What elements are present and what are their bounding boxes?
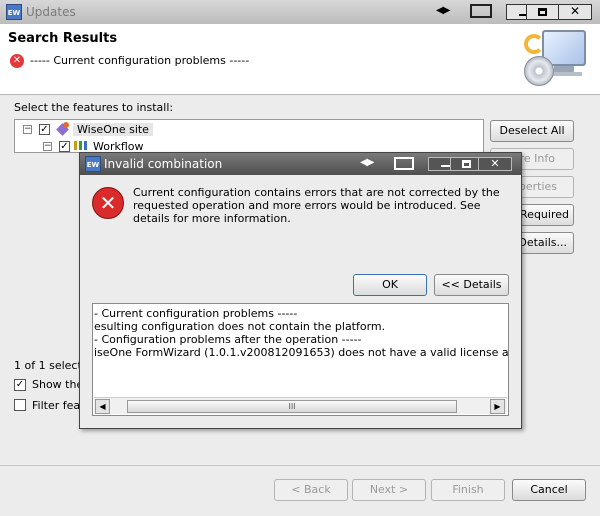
show-latest-label: Show the [32,378,84,391]
dialog-app-icon: EW [85,156,101,172]
checkbox-wiseone-site[interactable]: ✓ [39,124,50,135]
filter-features-checkbox[interactable] [14,399,26,411]
details-line: iseOne FormWizard (1.0.1.v200812091653) … [94,346,509,359]
close-icon: ✕ [490,157,500,170]
next-button[interactable]: Next > [352,479,426,501]
tree-item-wiseone-site[interactable]: WiseOne site [73,123,153,136]
minimize-icon [441,165,450,167]
dialog-titlebar[interactable]: EW Invalid combination ◀▶ ✕ [80,153,521,175]
window-titlebar[interactable]: EW Updates ◀▶ ✕ [0,0,600,24]
footer-divider [0,465,600,466]
show-latest-checkbox[interactable]: ✓ [14,379,26,391]
maximize-button[interactable] [526,4,560,20]
app-icon: EW [6,4,22,20]
switch-window-icon[interactable] [394,157,414,170]
close-button[interactable]: ✕ [558,4,592,20]
dialog-message: Current configuration contains errors th… [133,186,500,225]
details-line: - Current configuration problems ----- [94,307,298,320]
selection-count: 1 of 1 selecte [14,359,89,372]
details-toggle-button[interactable]: << Details [434,274,509,296]
scroll-left-icon[interactable]: ◀ [95,399,110,414]
site-icon [56,122,70,136]
finish-button[interactable]: Finish [431,479,505,501]
invalid-combination-dialog[interactable]: EW Invalid combination ◀▶ ✕ ✕ Current co… [79,152,522,429]
collapse-icon[interactable]: − [23,125,32,134]
horizontal-scrollbar[interactable]: ◀ III ▶ [94,397,507,414]
scroll-thumb[interactable]: III [127,400,457,413]
scroll-right-icon[interactable]: ▶ [490,399,505,414]
nav-arrows-icon[interactable]: ◀▶ [360,157,374,168]
page-title: Search Results [8,31,118,46]
details-text-area[interactable]: - Current configuration problems ----- e… [92,303,509,416]
filter-features-label: Filter feat [32,399,85,412]
update-monitor-icon [522,28,592,90]
deselect-all-button[interactable]: Deselect All [490,120,574,142]
dialog-title: Invalid combination [104,157,223,171]
nav-arrows-icon[interactable]: ◀▶ [436,5,450,16]
maximize-icon [462,160,471,168]
details-line: - Configuration problems after the opera… [94,333,362,346]
details-line: esulting configuration does not contain … [94,320,386,333]
cancel-button[interactable]: Cancel [512,479,586,501]
window-title: Updates [26,5,76,19]
problem-message: ----- Current configuration problems ---… [30,54,250,67]
back-button[interactable]: < Back [274,479,348,501]
collapse-icon[interactable]: − [43,142,52,151]
error-icon: ✕ [92,187,124,219]
wizard-header: Search Results ✕ ----- Current configura… [0,24,600,95]
features-label: Select the features to install: [14,101,174,114]
error-icon: ✕ [10,54,24,68]
ok-button[interactable]: OK [353,274,427,296]
feature-tree[interactable]: − ✓ WiseOne site − ✓ Workflow [14,119,484,153]
feature-icon [74,141,88,151]
checkbox-workflow[interactable]: ✓ [59,141,70,152]
close-icon: ✕ [569,4,581,18]
switch-window-icon[interactable] [470,4,492,18]
maximize-icon [538,8,547,16]
dialog-close-button[interactable]: ✕ [478,157,512,171]
